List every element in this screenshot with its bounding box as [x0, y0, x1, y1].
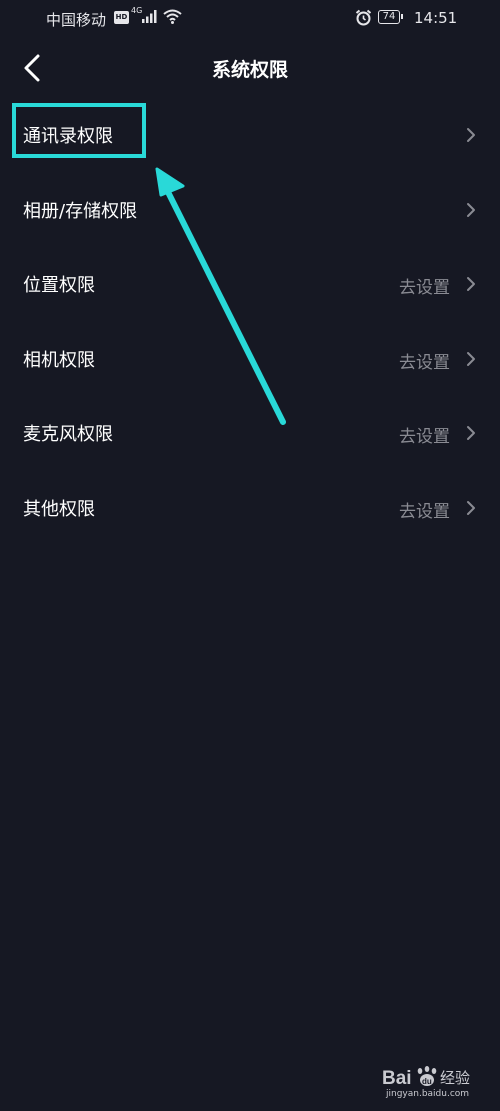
- permission-item-location[interactable]: 位置权限 去设置: [0, 247, 500, 322]
- watermark-caption: jingyan.baidu.com: [386, 1089, 470, 1099]
- permission-action: 去设置: [399, 278, 450, 298]
- permission-label: 通讯录权限: [23, 126, 113, 147]
- chevron-right-icon: [467, 202, 475, 217]
- chevron-right-icon: [467, 351, 475, 366]
- permission-item-other[interactable]: 其他权限 去设置: [0, 471, 500, 546]
- chevron-right-icon: [467, 500, 475, 515]
- permission-list: 通讯录权限 相册/存储权限 位置权限 去设置 相机权限 去设置 麦克风权限 去设…: [0, 98, 500, 545]
- battery-icon: 74: [378, 10, 403, 24]
- svg-text:du: du: [422, 1077, 432, 1086]
- baidu-jingyan-logo: Bai du 经验: [382, 1066, 470, 1089]
- signal-icon: [142, 10, 157, 23]
- alarm-icon: [355, 9, 372, 26]
- permission-action: 去设置: [399, 352, 450, 373]
- permission-label: 位置权限: [23, 275, 95, 296]
- chevron-right-icon: [467, 426, 475, 440]
- chevron-right-icon: [467, 277, 475, 291]
- wifi-icon: [163, 9, 182, 24]
- status-bar: 中国移动 HD 4G 74 14:51: [0, 0, 500, 36]
- permission-label: 相册/存储权限: [23, 200, 138, 222]
- carrier-name: 中国移动: [46, 11, 107, 29]
- permission-label: 相机权限: [23, 349, 95, 371]
- permission-item-contacts[interactable]: 通讯录权限: [0, 98, 500, 173]
- permission-item-camera[interactable]: 相机权限 去设置: [0, 322, 500, 397]
- chevron-right-icon: [467, 128, 475, 142]
- page-title: 系统权限: [211, 59, 288, 81]
- permission-item-storage[interactable]: 相册/存储权限: [0, 173, 500, 248]
- hd-icon: HD: [114, 11, 129, 24]
- svg-text:Bai: Bai: [382, 1068, 412, 1089]
- svg-text:经验: 经验: [440, 1069, 470, 1087]
- permission-label: 其他权限: [23, 498, 95, 520]
- permission-action: 去设置: [399, 501, 450, 522]
- permission-action: 去设置: [399, 427, 450, 447]
- permission-label: 麦克风权限: [23, 424, 113, 445]
- network-type: 4G: [131, 6, 143, 15]
- permission-item-microphone[interactable]: 麦克风权限 去设置: [0, 396, 500, 471]
- status-time: 14:51: [414, 9, 458, 27]
